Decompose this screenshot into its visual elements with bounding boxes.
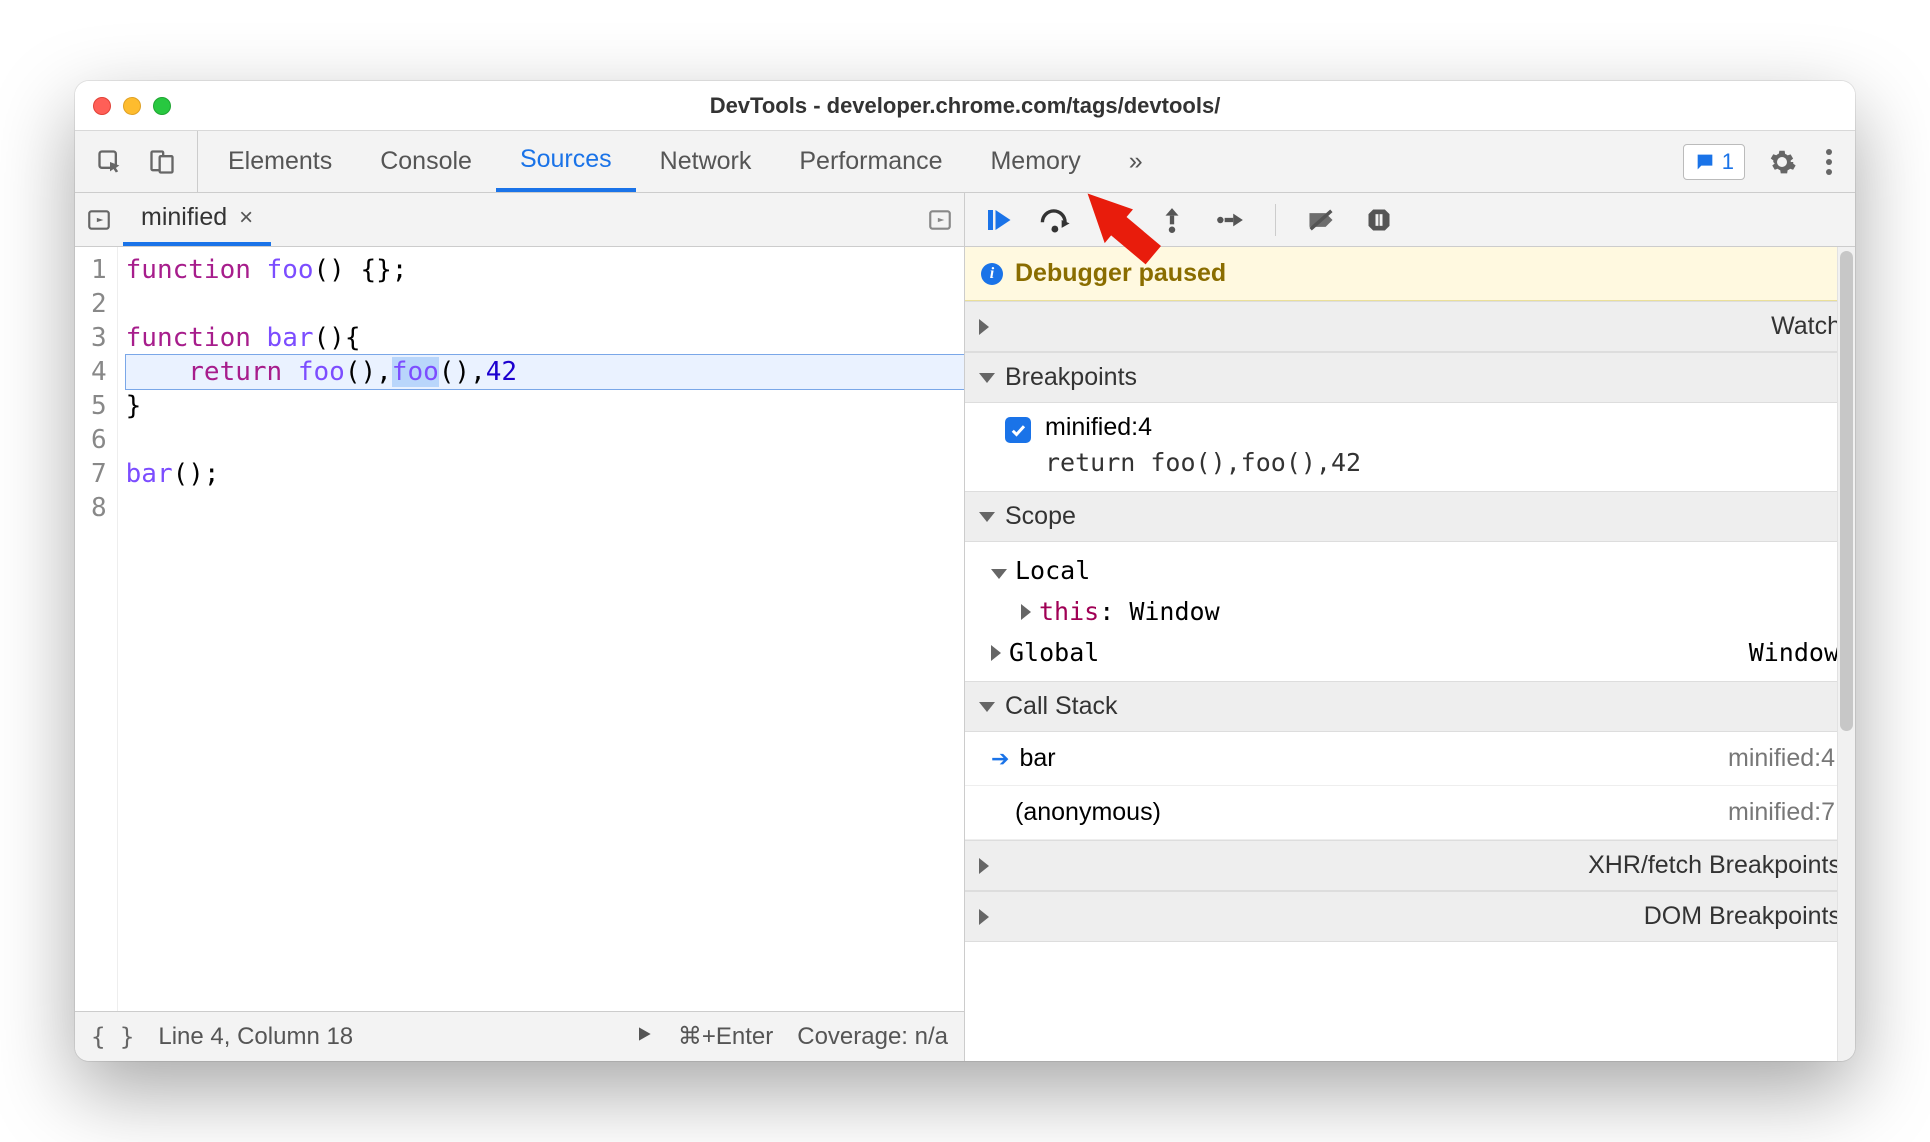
debugger-toolbar <box>965 193 1855 247</box>
chevron-right-icon <box>979 858 1578 874</box>
debugger-pane: i Debugger paused Watch Breakpoints mini… <box>965 193 1855 1061</box>
close-window-button[interactable] <box>93 97 111 115</box>
callstack-body: ➔bar minified:4 (anonymous) minified:7 <box>965 732 1855 840</box>
breakpoints-section-header[interactable]: Breakpoints <box>965 352 1855 403</box>
code-editor[interactable]: 12345678 function foo() {}; function bar… <box>75 247 964 1011</box>
dom-title: DOM Breakpoints <box>1644 902 1841 931</box>
file-tab-label: minified <box>141 203 227 232</box>
frame-fn: (anonymous) <box>1015 798 1161 827</box>
chevron-right-icon <box>979 319 1761 335</box>
debugger-paused-banner: i Debugger paused <box>965 247 1855 301</box>
step-button[interactable] <box>1213 203 1247 237</box>
main-tabs-bar: Elements Console Sources Network Perform… <box>75 131 1855 193</box>
step-into-button[interactable] <box>1097 203 1131 237</box>
run-snippet-icon[interactable] <box>916 193 964 246</box>
code-content[interactable]: function foo() {}; function bar(){ retur… <box>118 247 964 1011</box>
devtools-window: DevTools - developer.chrome.com/tags/dev… <box>75 81 1855 1061</box>
run-shortcut-hint: ⌘+Enter <box>678 1022 773 1051</box>
messages-count: 1 <box>1722 149 1734 175</box>
scope-body: Local this: Window Global Window <box>965 542 1855 681</box>
minimize-window-button[interactable] <box>123 97 141 115</box>
tab-sources[interactable]: Sources <box>496 131 636 192</box>
breakpoints-list: minified:4 return foo(),foo(),42 <box>965 403 1855 491</box>
resume-button[interactable] <box>981 203 1015 237</box>
editor-status-bar: { } Line 4, Column 18 ⌘+Enter Coverage: … <box>75 1011 964 1061</box>
file-tab-row: minified × <box>75 193 964 247</box>
scrollbar[interactable] <box>1837 247 1855 1061</box>
panel-tabs: Elements Console Sources Network Perform… <box>198 131 1667 192</box>
scope-global-row[interactable]: Global Window <box>965 632 1855 673</box>
breakpoints-title: Breakpoints <box>1005 363 1137 392</box>
tab-elements[interactable]: Elements <box>204 131 356 192</box>
scope-this-row[interactable]: this: Window <box>965 591 1855 632</box>
step-out-button[interactable] <box>1155 203 1189 237</box>
info-icon: i <box>981 263 1003 285</box>
device-toolbar-icon[interactable] <box>145 145 179 179</box>
dom-breakpoints-header[interactable]: DOM Breakpoints <box>965 891 1855 942</box>
callstack-title: Call Stack <box>1005 692 1118 721</box>
coverage-status: Coverage: n/a <box>797 1023 948 1051</box>
chevron-right-icon <box>979 909 1634 925</box>
pause-on-exceptions-button[interactable] <box>1362 203 1396 237</box>
paused-label: Debugger paused <box>1015 259 1226 288</box>
line-gutter: 12345678 <box>75 247 118 1011</box>
inspect-icon[interactable] <box>93 145 127 179</box>
xhr-title: XHR/fetch Breakpoints <box>1588 851 1841 880</box>
file-tab-close-icon[interactable]: × <box>239 204 253 232</box>
play-icon[interactable] <box>634 1023 654 1051</box>
main-split: minified × 12345678 function foo() {}; f… <box>75 193 1855 1061</box>
tab-network[interactable]: Network <box>636 131 776 192</box>
file-tab[interactable]: minified × <box>123 193 271 246</box>
tab-console[interactable]: Console <box>356 131 496 192</box>
chevron-down-icon <box>979 373 995 383</box>
callstack-section-header[interactable]: Call Stack <box>965 681 1855 732</box>
zoom-window-button[interactable] <box>153 97 171 115</box>
xhr-breakpoints-header[interactable]: XHR/fetch Breakpoints <box>965 840 1855 891</box>
traffic-lights <box>93 97 171 115</box>
messages-badge[interactable]: 1 <box>1683 144 1745 180</box>
pretty-print-button[interactable]: { } <box>91 1023 134 1051</box>
frame-loc: minified:4 <box>1728 744 1835 773</box>
breakpoint-row[interactable]: minified:4 return foo(),foo(),42 <box>1005 413 1839 477</box>
cursor-position: Line 4, Column 18 <box>158 1023 353 1051</box>
watch-section-header[interactable]: Watch <box>965 301 1855 352</box>
tab-performance[interactable]: Performance <box>775 131 966 192</box>
tabs-overflow[interactable]: » <box>1105 131 1167 192</box>
step-over-button[interactable] <box>1039 203 1073 237</box>
more-menu-icon[interactable] <box>1819 159 1839 165</box>
frame-loc: minified:7 <box>1728 798 1835 827</box>
callstack-frame[interactable]: ➔bar minified:4 <box>965 732 1855 786</box>
chevron-down-icon <box>979 702 995 712</box>
deactivate-breakpoints-button[interactable] <box>1304 203 1338 237</box>
frame-fn: bar <box>1019 744 1055 772</box>
titlebar: DevTools - developer.chrome.com/tags/dev… <box>75 81 1855 131</box>
breakpoint-label: minified:4 <box>1045 413 1361 442</box>
tab-memory[interactable]: Memory <box>966 131 1104 192</box>
watch-title: Watch <box>1771 312 1841 341</box>
scope-section-header[interactable]: Scope <box>965 491 1855 542</box>
scope-local-row[interactable]: Local <box>965 550 1855 591</box>
breakpoint-preview: return foo(),foo(),42 <box>1045 448 1361 477</box>
navigator-toggle-icon[interactable] <box>75 193 123 246</box>
breakpoint-checkbox[interactable] <box>1005 417 1031 443</box>
chevron-down-icon <box>979 512 995 522</box>
scope-title: Scope <box>1005 502 1076 531</box>
settings-gear-icon[interactable] <box>1765 145 1799 179</box>
sources-pane: minified × 12345678 function foo() {}; f… <box>75 193 965 1061</box>
window-title: DevTools - developer.chrome.com/tags/dev… <box>75 93 1855 119</box>
callstack-frame[interactable]: (anonymous) minified:7 <box>965 786 1855 840</box>
